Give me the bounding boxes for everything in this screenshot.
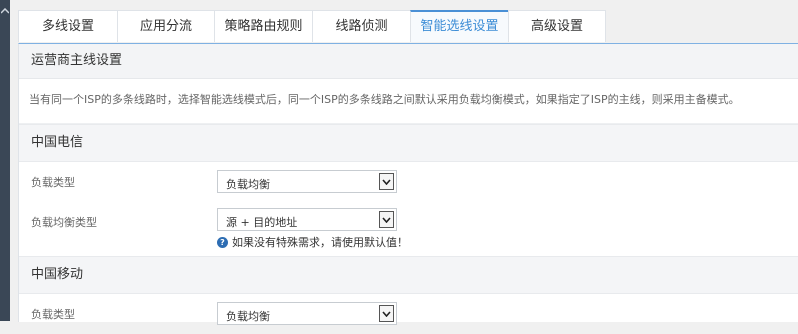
load-type-row: 负载类型 负载均衡: [19, 162, 798, 202]
tab-bar: 多线设置 应用分流 策略路由规则 线路侦测 智能选线设置 高级设置: [18, 10, 606, 43]
load-type-value: 负载均衡: [226, 178, 270, 191]
load-type-select-mobile[interactable]: 负载均衡: [217, 302, 397, 325]
default-value-hint: ? 如果没有特殊需求，请使用默认值！: [217, 234, 408, 250]
load-type-row-mobile: 负载类型 负载均衡: [19, 294, 798, 334]
chevron-up-icon[interactable]: [0, 7, 10, 17]
balance-type-select[interactable]: 源 + 目的地址: [217, 208, 397, 231]
question-circle-icon: ?: [217, 236, 228, 248]
chevron-down-icon[interactable]: [379, 173, 394, 190]
tab-policy-route-rules[interactable]: 策略路由规则: [214, 10, 313, 42]
group-title-mobile: 中国移动: [19, 256, 798, 294]
load-type-value: 负载均衡: [226, 310, 270, 323]
load-type-select[interactable]: 负载均衡: [217, 170, 397, 193]
section-title: 运营商主线设置: [19, 44, 798, 79]
chevron-down-icon[interactable]: [379, 211, 394, 228]
tab-smart-line-selection[interactable]: 智能选线设置: [410, 10, 509, 42]
chevron-down-icon[interactable]: [379, 305, 394, 322]
hint-text: 如果没有特殊需求，请使用默认值！: [232, 236, 408, 249]
load-type-label: 负载类型: [31, 176, 75, 189]
balance-type-row: 负载均衡类型 源 + 目的地址 ? 如果没有特殊需求，请使用默认值！: [19, 202, 798, 256]
group-title-telecom: 中国电信: [19, 124, 798, 162]
tab-multiline-settings[interactable]: 多线设置: [18, 10, 118, 42]
tab-advanced-settings[interactable]: 高级设置: [508, 10, 606, 42]
tab-line-detection[interactable]: 线路侦测: [312, 10, 411, 42]
balance-type-value: 源 + 目的地址: [226, 216, 298, 229]
settings-panel: 运营商主线设置 当有同一个ISP的多条线路时，选择智能选线模式后，同一个ISP的…: [18, 43, 798, 325]
section-description: 当有同一个ISP的多条线路时，选择智能选线模式后，同一个ISP的多条线路之间默认…: [19, 79, 798, 124]
balance-type-label: 负载均衡类型: [31, 216, 97, 229]
load-type-label: 负载类型: [31, 308, 75, 321]
tab-app-routing[interactable]: 应用分流: [117, 10, 215, 42]
sidebar-strip: [0, 0, 10, 321]
